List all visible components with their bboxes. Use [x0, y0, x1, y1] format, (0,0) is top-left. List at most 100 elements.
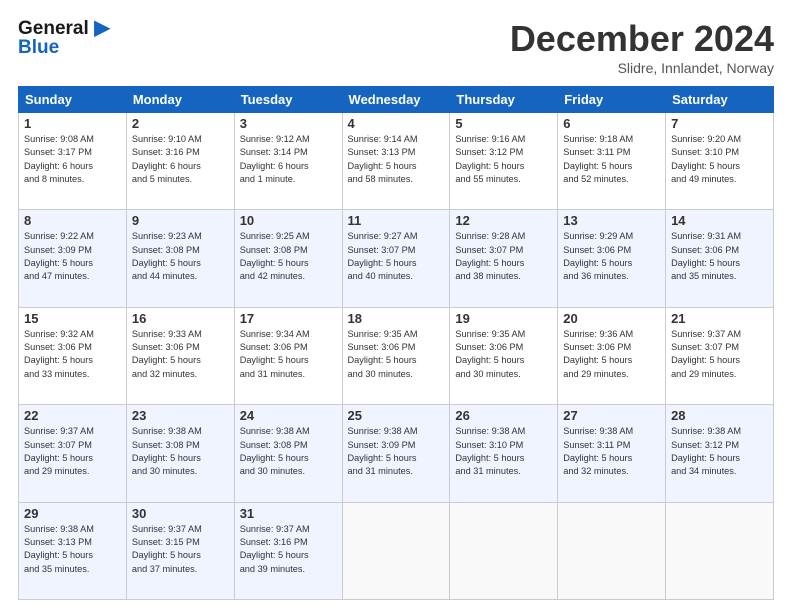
- table-row: 7Sunrise: 9:20 AM Sunset: 3:10 PM Daylig…: [666, 113, 774, 210]
- table-row: 26 Sunrise: 9:38 AM Sunset: 3:10 PM Dayli…: [450, 405, 558, 502]
- table-row: 23 Sunrise: 9:38 AM Sunset: 3:08 PM Dayli…: [126, 405, 234, 502]
- day-info: Sunrise: 9:29 AM Sunset: 3:06 PM Dayligh…: [563, 230, 660, 283]
- page: General ▶ Blue December 2024 Slidre, Inn…: [0, 0, 792, 612]
- col-sunday: Sunday: [19, 87, 127, 113]
- table-row: 11 Sunrise: 9:27 AM Sunset: 3:07 PM Dayli…: [342, 210, 450, 307]
- day-info: Sunrise: 9:37 AM Sunset: 3:07 PM Dayligh…: [24, 425, 121, 478]
- day-info: Sunrise: 9:25 AM Sunset: 3:08 PM Dayligh…: [240, 230, 337, 283]
- day-number: 9: [132, 213, 229, 228]
- day-info: Sunrise: 9:31 AM Sunset: 3:06 PM Dayligh…: [671, 230, 768, 283]
- table-row: 31 Sunrise: 9:37 AM Sunset: 3:16 PM Dayli…: [234, 502, 342, 599]
- table-row: 17 Sunrise: 9:34 AM Sunset: 3:06 PM Dayli…: [234, 307, 342, 404]
- col-thursday: Thursday: [450, 87, 558, 113]
- day-info: Sunrise: 9:38 AM Sunset: 3:13 PM Dayligh…: [24, 523, 121, 576]
- table-row: 30 Sunrise: 9:37 AM Sunset: 3:15 PM Dayli…: [126, 502, 234, 599]
- day-info: Sunrise: 9:35 AM Sunset: 3:06 PM Dayligh…: [348, 328, 445, 381]
- table-row: 20 Sunrise: 9:36 AM Sunset: 3:06 PM Dayli…: [558, 307, 666, 404]
- day-info: Sunrise: 9:38 AM Sunset: 3:08 PM Dayligh…: [240, 425, 337, 478]
- day-info: Sunrise: 9:34 AM Sunset: 3:06 PM Dayligh…: [240, 328, 337, 381]
- day-number: 10: [240, 213, 337, 228]
- table-row: 16 Sunrise: 9:33 AM Sunset: 3:06 PM Dayli…: [126, 307, 234, 404]
- day-number: 16: [132, 311, 229, 326]
- day-number: 20: [563, 311, 660, 326]
- day-info: Sunrise: 9:10 AM Sunset: 3:16 PM Dayligh…: [132, 133, 229, 186]
- day-info: Sunrise: 9:38 AM Sunset: 3:12 PM Dayligh…: [671, 425, 768, 478]
- table-row: 3 Sunrise: 9:12 AM Sunset: 3:14 PM Daylig…: [234, 113, 342, 210]
- day-info: Sunrise: 9:12 AM Sunset: 3:14 PM Dayligh…: [240, 133, 337, 186]
- day-number: 27: [563, 408, 660, 423]
- day-number: 17: [240, 311, 337, 326]
- logo-line2: Blue: [18, 38, 110, 57]
- table-row: 8 Sunrise: 9:22 AM Sunset: 3:09 PM Daylig…: [19, 210, 127, 307]
- title-section: December 2024 Slidre, Innlandet, Norway: [510, 18, 774, 76]
- day-info: Sunrise: 9:23 AM Sunset: 3:08 PM Dayligh…: [132, 230, 229, 283]
- day-number: 6: [563, 116, 660, 131]
- day-number: 22: [24, 408, 121, 423]
- day-number: 29: [24, 506, 121, 521]
- day-number: 30: [132, 506, 229, 521]
- table-row: [450, 502, 558, 599]
- logo-line1: General ▶: [18, 18, 110, 38]
- table-row: 18 Sunrise: 9:35 AM Sunset: 3:06 PM Dayli…: [342, 307, 450, 404]
- day-info: Sunrise: 9:27 AM Sunset: 3:07 PM Dayligh…: [348, 230, 445, 283]
- table-row: 28 Sunrise: 9:38 AM Sunset: 3:12 PM Dayli…: [666, 405, 774, 502]
- day-number: 21: [671, 311, 768, 326]
- col-saturday: Saturday: [666, 87, 774, 113]
- table-row: 9 Sunrise: 9:23 AM Sunset: 3:08 PM Daylig…: [126, 210, 234, 307]
- table-row: 14 Sunrise: 9:31 AM Sunset: 3:06 PM Dayli…: [666, 210, 774, 307]
- day-info: Sunrise: 9:36 AM Sunset: 3:06 PM Dayligh…: [563, 328, 660, 381]
- day-number: 11: [348, 213, 445, 228]
- day-number: 4: [348, 116, 445, 131]
- day-number: 8: [24, 213, 121, 228]
- day-info: Sunrise: 9:37 AM Sunset: 3:07 PM Dayligh…: [671, 328, 768, 381]
- day-number: 2: [132, 116, 229, 131]
- day-info: Sunrise: 9:16 AM Sunset: 3:12 PM Dayligh…: [455, 133, 552, 186]
- day-number: 5: [455, 116, 552, 131]
- day-info: Sunrise: 9:38 AM Sunset: 3:10 PM Dayligh…: [455, 425, 552, 478]
- col-wednesday: Wednesday: [342, 87, 450, 113]
- day-number: 26: [455, 408, 552, 423]
- header: General ▶ Blue December 2024 Slidre, Inn…: [18, 18, 774, 76]
- table-row: 12 Sunrise: 9:28 AM Sunset: 3:07 PM Dayli…: [450, 210, 558, 307]
- table-row: [666, 502, 774, 599]
- day-info: Sunrise: 9:37 AM Sunset: 3:16 PM Dayligh…: [240, 523, 337, 576]
- table-row: [342, 502, 450, 599]
- day-info: Sunrise: 9:38 AM Sunset: 3:08 PM Dayligh…: [132, 425, 229, 478]
- table-row: 21 Sunrise: 9:37 AM Sunset: 3:07 PM Dayli…: [666, 307, 774, 404]
- day-number: 31: [240, 506, 337, 521]
- table-row: 10 Sunrise: 9:25 AM Sunset: 3:08 PM Dayli…: [234, 210, 342, 307]
- day-info: Sunrise: 9:14 AM Sunset: 3:13 PM Dayligh…: [348, 133, 445, 186]
- day-number: 12: [455, 213, 552, 228]
- subtitle: Slidre, Innlandet, Norway: [510, 60, 774, 76]
- table-row: 4 Sunrise: 9:14 AM Sunset: 3:13 PM Daylig…: [342, 113, 450, 210]
- table-row: 24Sunrise: 9:38 AM Sunset: 3:08 PM Dayli…: [234, 405, 342, 502]
- day-info: Sunrise: 9:35 AM Sunset: 3:06 PM Dayligh…: [455, 328, 552, 381]
- day-info: Sunrise: 9:38 AM Sunset: 3:09 PM Dayligh…: [348, 425, 445, 478]
- day-number: 3: [240, 116, 337, 131]
- day-number: 23: [132, 408, 229, 423]
- table-row: 6Sunrise: 9:18 AM Sunset: 3:11 PM Daylig…: [558, 113, 666, 210]
- day-number: 25: [348, 408, 445, 423]
- table-row: 15Sunrise: 9:32 AM Sunset: 3:06 PM Dayli…: [19, 307, 127, 404]
- day-number: 18: [348, 311, 445, 326]
- table-row: 2 Sunrise: 9:10 AM Sunset: 3:16 PM Daylig…: [126, 113, 234, 210]
- col-monday: Monday: [126, 87, 234, 113]
- day-number: 19: [455, 311, 552, 326]
- table-row: 19 Sunrise: 9:35 AM Sunset: 3:06 PM Dayli…: [450, 307, 558, 404]
- col-tuesday: Tuesday: [234, 87, 342, 113]
- day-info: Sunrise: 9:32 AM Sunset: 3:06 PM Dayligh…: [24, 328, 121, 381]
- day-info: Sunrise: 9:22 AM Sunset: 3:09 PM Dayligh…: [24, 230, 121, 283]
- day-number: 1: [24, 116, 121, 131]
- table-row: 13 Sunrise: 9:29 AM Sunset: 3:06 PM Dayli…: [558, 210, 666, 307]
- calendar: Sunday Monday Tuesday Wednesday Thursday…: [18, 86, 774, 600]
- table-row: 22 Sunrise: 9:37 AM Sunset: 3:07 PM Dayli…: [19, 405, 127, 502]
- day-info: Sunrise: 9:33 AM Sunset: 3:06 PM Dayligh…: [132, 328, 229, 381]
- table-row: 1Sunrise: 9:08 AM Sunset: 3:17 PM Daylig…: [19, 113, 127, 210]
- day-info: Sunrise: 9:37 AM Sunset: 3:15 PM Dayligh…: [132, 523, 229, 576]
- day-number: 13: [563, 213, 660, 228]
- day-number: 14: [671, 213, 768, 228]
- day-info: Sunrise: 9:38 AM Sunset: 3:11 PM Dayligh…: [563, 425, 660, 478]
- table-row: 25 Sunrise: 9:38 AM Sunset: 3:09 PM Dayli…: [342, 405, 450, 502]
- day-info: Sunrise: 9:28 AM Sunset: 3:07 PM Dayligh…: [455, 230, 552, 283]
- day-number: 28: [671, 408, 768, 423]
